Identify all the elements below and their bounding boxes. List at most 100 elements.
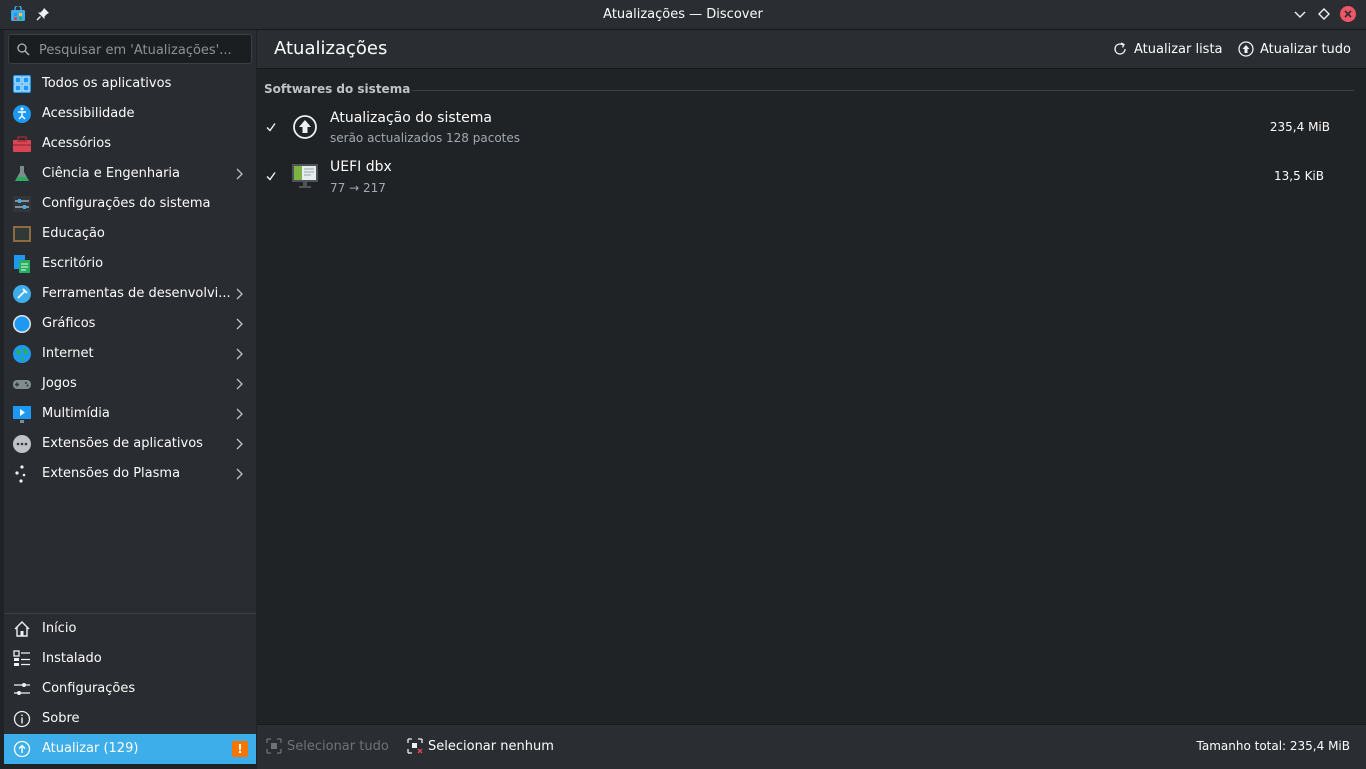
installed-list-icon xyxy=(13,650,30,666)
select-none-label: Selecionar nenhum xyxy=(428,738,554,754)
title-bar: Atualizações — Discover xyxy=(0,0,1366,30)
select-none-icon xyxy=(407,738,423,754)
select-none-button[interactable]: Selecionar nenhum xyxy=(407,737,554,755)
update-all-button[interactable]: Atualizar tudo xyxy=(1238,40,1351,58)
nav-home[interactable]: Início xyxy=(4,614,256,644)
toolbox-icon xyxy=(13,136,31,152)
category-label: Extensões do Plasma xyxy=(42,466,181,481)
update-name: Atualização do sistema xyxy=(330,110,492,126)
graphics-icon xyxy=(13,315,31,333)
accessibility-icon xyxy=(13,105,31,123)
check-icon[interactable] xyxy=(266,171,276,181)
category-games[interactable]: Jogos xyxy=(4,369,256,399)
update-size: 13,5 KiB xyxy=(1274,169,1324,183)
multimedia-icon xyxy=(13,406,31,423)
minimize-button[interactable] xyxy=(1292,6,1308,22)
chevron-right-icon xyxy=(236,288,243,300)
category-label: Acessibilidade xyxy=(42,106,135,121)
category-label: Escritório xyxy=(42,256,104,271)
chevron-right-icon xyxy=(236,348,243,360)
total-size: Tamanho total: 235,4 MiB xyxy=(1196,739,1351,753)
category-office[interactable]: Escritório xyxy=(4,249,256,279)
update-row[interactable]: Atualização do sistema serão actualizado… xyxy=(257,108,1357,156)
chevron-right-icon xyxy=(236,168,243,180)
select-all-button[interactable]: Selecionar tudo xyxy=(266,737,389,755)
category-label: Configurações do sistema xyxy=(42,196,211,211)
settings-sliders-icon xyxy=(14,683,30,695)
warning-icon: ! xyxy=(232,741,248,757)
chevron-right-icon xyxy=(236,468,243,480)
plasma-icon xyxy=(15,465,26,483)
search-box[interactable] xyxy=(8,34,252,64)
category-graphics[interactable]: Gráficos xyxy=(4,309,256,339)
category-internet[interactable]: Internet xyxy=(4,339,256,369)
more-icon xyxy=(13,435,31,453)
category-label: Educação xyxy=(42,226,105,241)
refresh-list-button[interactable]: Atualizar lista xyxy=(1112,40,1223,58)
nav-about-label: Sobre xyxy=(42,711,80,726)
category-education[interactable]: Educação xyxy=(4,219,256,249)
globe-icon xyxy=(13,345,31,363)
select-all-label: Selecionar tudo xyxy=(287,738,389,754)
nav-update[interactable]: Atualizar (129) ! xyxy=(4,734,256,764)
gamepad-icon xyxy=(13,380,31,389)
office-icon xyxy=(14,255,30,273)
main-content: Atualizações Atualizar lista Atualizar t… xyxy=(257,30,1366,769)
bottom-nav: Início Instalado Configurações Sobre Atu… xyxy=(4,614,256,764)
chevron-right-icon xyxy=(236,408,243,420)
section-title: Softwares do sistema xyxy=(264,82,411,96)
nav-installed[interactable]: Instalado xyxy=(4,644,256,674)
category-app-extensions[interactable]: Extensões de aplicativos xyxy=(4,429,256,459)
footer-bar: Selecionar tudo Selecionar nenhum Tamanh… xyxy=(257,724,1366,769)
home-icon xyxy=(14,621,30,637)
flask-icon xyxy=(15,166,29,181)
sidebar: Todos os aplicativos Acessibilidade Aces… xyxy=(4,30,256,764)
page-header: Atualizações Atualizar lista Atualizar t… xyxy=(257,30,1366,69)
category-multimedia[interactable]: Multimídia xyxy=(4,399,256,429)
update-all-icon xyxy=(1238,41,1254,57)
category-science[interactable]: Ciência e Engenharia xyxy=(4,159,256,189)
search-input[interactable] xyxy=(37,40,246,60)
update-subtitle: serão actualizados 128 pacotes xyxy=(330,131,521,145)
nav-about[interactable]: Sobre xyxy=(4,704,256,734)
nav-update-label: Atualizar (129) xyxy=(42,741,139,756)
dev-tools-icon xyxy=(13,285,31,303)
category-accessories[interactable]: Acessórios xyxy=(4,129,256,159)
chevron-right-icon xyxy=(236,438,243,450)
select-all-icon xyxy=(266,738,282,754)
refresh-list-label: Atualizar lista xyxy=(1134,41,1223,57)
nav-installed-label: Instalado xyxy=(42,651,102,666)
search-icon xyxy=(17,43,30,56)
category-label: Ferramentas de desenvolvi... xyxy=(42,286,231,301)
category-label: Extensões de aplicativos xyxy=(42,436,203,451)
nav-settings[interactable]: Configurações xyxy=(4,674,256,704)
category-label: Acessórios xyxy=(42,136,111,151)
category-system-settings[interactable]: Configurações do sistema xyxy=(4,189,256,219)
system-settings-icon xyxy=(13,196,31,212)
nav-settings-label: Configurações xyxy=(42,681,136,696)
update-all-label: Atualizar tudo xyxy=(1260,41,1351,57)
update-row[interactable]: UEFI dbx 77 → 217 13,5 KiB xyxy=(257,157,1357,205)
computer-icon xyxy=(292,164,318,188)
window-title: Atualizações — Discover xyxy=(603,7,763,22)
close-button[interactable] xyxy=(1340,6,1356,22)
category-all-apps[interactable]: Todos os aplicativos xyxy=(4,69,256,99)
check-icon[interactable] xyxy=(266,122,276,132)
chevron-right-icon xyxy=(236,318,243,330)
category-label: Internet xyxy=(42,346,94,361)
category-label: Jogos xyxy=(42,376,77,391)
page-title: Atualizações xyxy=(274,38,388,59)
category-label: Todos os aplicativos xyxy=(42,76,172,91)
maximize-button[interactable] xyxy=(1316,6,1332,22)
update-name: UEFI dbx xyxy=(330,159,392,175)
category-accessibility[interactable]: Acessibilidade xyxy=(4,99,256,129)
nav-home-label: Início xyxy=(42,621,77,636)
category-dev-tools[interactable]: Ferramentas de desenvolvi... xyxy=(4,279,256,309)
info-icon xyxy=(13,710,31,728)
category-plasma-extensions[interactable]: Extensões do Plasma xyxy=(4,459,256,489)
update-subtitle: 77 → 217 xyxy=(330,181,386,195)
section-divider xyxy=(412,90,1354,91)
grid-icon xyxy=(13,75,31,93)
category-list: Todos os aplicativos Acessibilidade Aces… xyxy=(4,69,256,489)
update-size: 235,4 MiB xyxy=(1269,120,1330,134)
